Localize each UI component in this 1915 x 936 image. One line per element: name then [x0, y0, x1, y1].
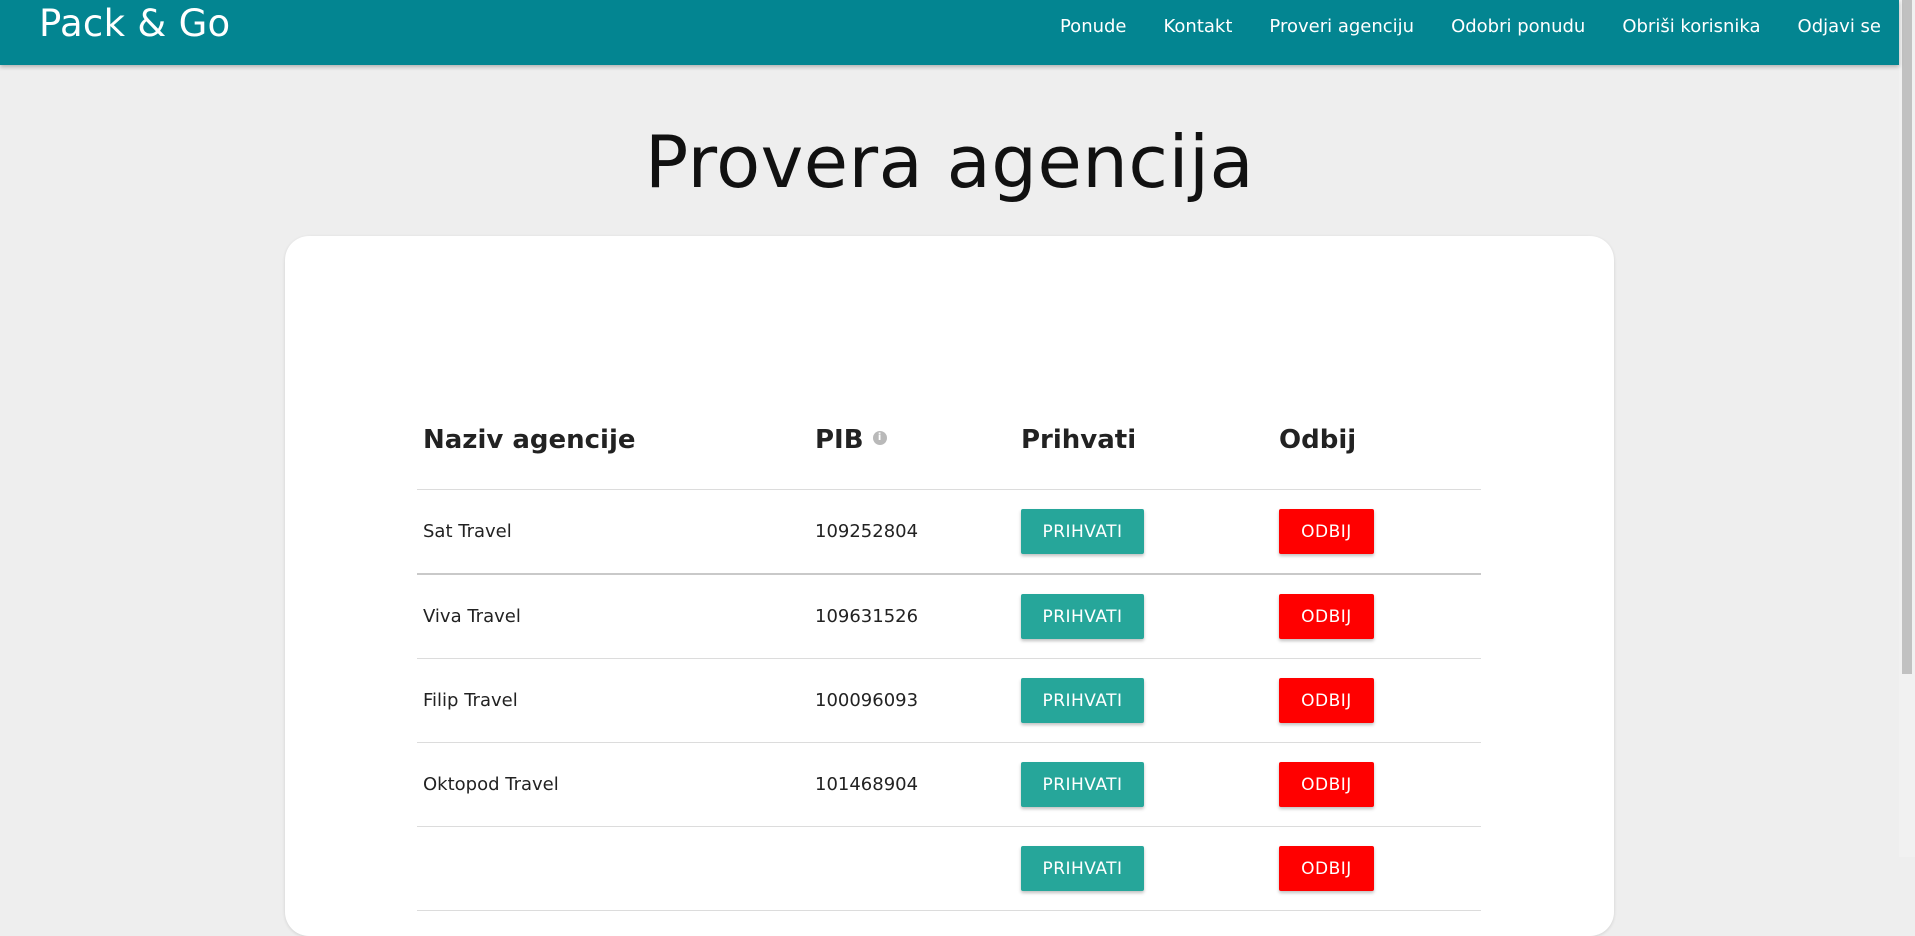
brand-logo[interactable]: Pack & Go — [39, 2, 230, 46]
accept-cell: PRIHVATI — [1021, 575, 1144, 658]
nav-item-kontakt[interactable]: Kontakt — [1164, 16, 1233, 37]
table-row: Filip Travel 100096093 PRIHVATI ODBIJ — [417, 659, 1481, 743]
accept-button[interactable]: PRIHVATI — [1021, 594, 1144, 639]
info-icon[interactable]: i — [872, 430, 887, 445]
nav-item-odobri-ponudu[interactable]: Odobri ponudu — [1451, 16, 1585, 37]
accept-cell: PRIHVATI — [1021, 659, 1144, 742]
table-row: Sat Travel 109252804 PRIHVATI ODBIJ — [417, 490, 1481, 575]
nav-item-proveri-agenciju[interactable]: Proveri agenciju — [1269, 16, 1414, 37]
accept-button[interactable]: PRIHVATI — [1021, 509, 1144, 554]
reject-button[interactable]: ODBIJ — [1279, 762, 1374, 807]
agency-name: Oktopod Travel — [423, 774, 559, 795]
reject-cell: ODBIJ — [1279, 575, 1374, 658]
reject-cell: ODBIJ — [1279, 659, 1374, 742]
accept-cell: PRIHVATI — [1021, 827, 1144, 910]
reject-cell: ODBIJ — [1279, 743, 1374, 826]
accept-button[interactable]: PRIHVATI — [1021, 762, 1144, 807]
page-title: Provera agencija — [644, 120, 1255, 204]
agency-name: Filip Travel — [423, 690, 518, 711]
agency-pib: 109631526 — [815, 606, 919, 627]
accept-button[interactable]: PRIHVATI — [1021, 846, 1144, 891]
nav-item-odjavi-se[interactable]: Odjavi se — [1798, 16, 1881, 37]
header-reject: Odbij — [1279, 424, 1357, 455]
agency-name: Sat Travel — [423, 521, 512, 542]
page-scrollbar[interactable] — [1899, 0, 1915, 857]
accept-cell: PRIHVATI — [1021, 743, 1144, 826]
reject-button[interactable]: ODBIJ — [1279, 594, 1374, 639]
scrollbar-thumb[interactable] — [1902, 0, 1912, 674]
table-row: PRIHVATI ODBIJ — [417, 827, 1481, 911]
agency-name: Viva Travel — [423, 606, 521, 627]
agency-pib: 101468904 — [815, 774, 919, 795]
table-row: Viva Travel 109631526 PRIHVATI ODBIJ — [417, 575, 1481, 659]
agency-pib: 109252804 — [815, 521, 919, 542]
reject-cell: ODBIJ — [1279, 827, 1374, 910]
nav-links: Ponude Kontakt Proveri agenciju Odobri p… — [1023, 0, 1881, 52]
header-pib: PIB i — [815, 390, 887, 489]
header-agency-name: Naziv agencije — [423, 424, 636, 455]
top-navbar: Pack & Go Ponude Kontakt Proveri agencij… — [0, 0, 1899, 65]
header-pib-label: PIB — [815, 424, 864, 455]
reject-cell: ODBIJ — [1279, 490, 1374, 573]
reject-button[interactable]: ODBIJ — [1279, 509, 1374, 554]
agencies-card: Naziv agencije PIB i Prihvati Odbij Sat … — [285, 236, 1614, 936]
header-accept: Prihvati — [1021, 424, 1137, 455]
table-header: Naziv agencije PIB i Prihvati Odbij — [417, 390, 1481, 490]
agencies-table: Naziv agencije PIB i Prihvati Odbij Sat … — [417, 390, 1481, 911]
nav-item-ponude[interactable]: Ponude — [1060, 16, 1127, 37]
table-row: Oktopod Travel 101468904 PRIHVATI ODBIJ — [417, 743, 1481, 827]
reject-button[interactable]: ODBIJ — [1279, 846, 1374, 891]
nav-item-obrisi-korisnika[interactable]: Obriši korisnika — [1622, 16, 1760, 37]
agency-pib: 100096093 — [815, 690, 919, 711]
accept-button[interactable]: PRIHVATI — [1021, 678, 1144, 723]
reject-button[interactable]: ODBIJ — [1279, 678, 1374, 723]
accept-cell: PRIHVATI — [1021, 490, 1144, 573]
